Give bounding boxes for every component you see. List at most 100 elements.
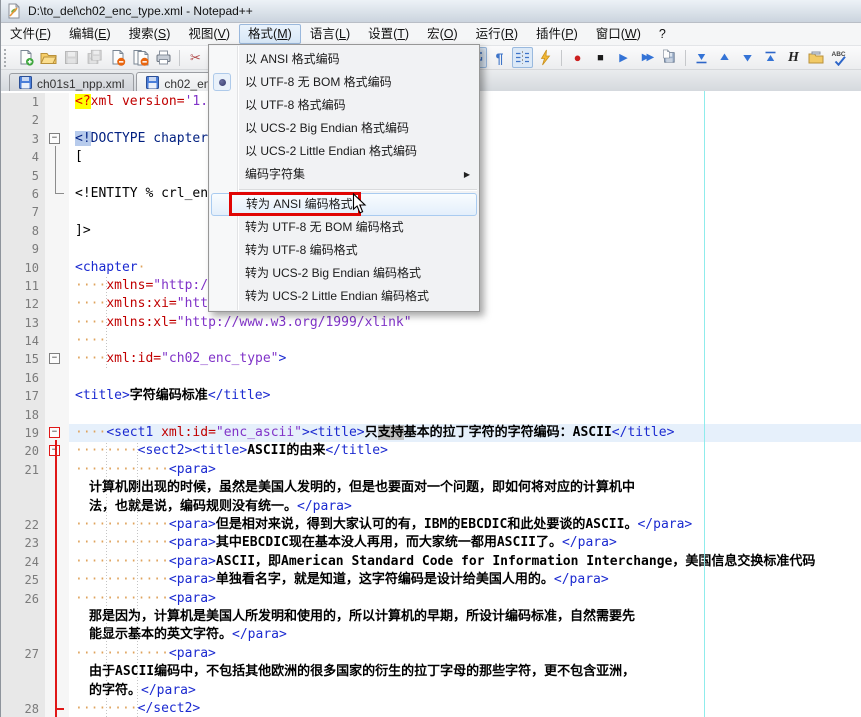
fold-margin[interactable] [45, 295, 69, 314]
code-text[interactable]: ············<para> [69, 645, 861, 663]
save-icon[interactable] [61, 47, 82, 68]
code-text[interactable]: 能显示基本的英文字符。</para> [69, 626, 861, 644]
close-file-icon[interactable] [107, 47, 128, 68]
fold-margin[interactable] [45, 368, 69, 388]
fold-margin[interactable] [45, 184, 69, 204]
code-text[interactable]: ············<para> [69, 461, 861, 479]
close-all-icon[interactable] [130, 47, 151, 68]
fold-margin[interactable] [45, 313, 69, 333]
save-all-icon[interactable] [84, 47, 105, 68]
fold-margin[interactable] [45, 552, 69, 572]
code-text[interactable] [69, 406, 861, 424]
code-text[interactable]: ············<para> [69, 590, 861, 608]
fold-marker-icon[interactable]: − [49, 132, 60, 144]
fold-all-icon[interactable] [691, 47, 712, 68]
stop-macro-icon[interactable]: ■ [590, 47, 611, 68]
menu-item-encode-utf8-no-bom[interactable]: 以 UTF-8 无 BOM 格式编码 [209, 71, 479, 94]
play-macro-icon[interactable]: ▶ [613, 47, 634, 68]
fold-margin[interactable] [45, 460, 69, 480]
fold-margin[interactable] [45, 589, 69, 608]
doc-switcher-icon[interactable] [806, 47, 827, 68]
fold-margin[interactable] [45, 515, 69, 535]
code-text[interactable]: 那是因为，计算机是美国人所发明和使用的，所以计算机的早期，所设计编码标准，自然需… [69, 608, 861, 626]
fold-margin[interactable] [45, 699, 69, 717]
unfold-all-icon[interactable] [760, 47, 781, 68]
fold-marker-icon[interactable]: − [49, 427, 60, 439]
menu-item-format[interactable]: 格式(M) [239, 24, 301, 44]
menu-item-encode-ucs2-le[interactable]: 以 UCS-2 Little Endian 格式编码 [209, 140, 479, 163]
code-text[interactable]: 计算机刚出现的时候，虽然是美国人发明的，但是也要面对一个问题，即如何将对应的计算… [69, 479, 861, 497]
code-text[interactable]: ···· [69, 332, 861, 350]
code-text[interactable]: ············<para>其中EBCDIC现在基本没人再用，而大家统一… [69, 534, 861, 552]
code-text[interactable]: ····xmlns:xl="http://www.w3.org/1999/xli… [69, 314, 861, 332]
fold-margin[interactable] [45, 240, 69, 259]
menu-item-encode-ucs2-be[interactable]: 以 UCS-2 Big Endian 格式编码 [209, 117, 479, 140]
fold-margin[interactable] [45, 681, 69, 700]
menu-item-settings[interactable]: 设置(T) [359, 24, 418, 44]
menu-item-charset[interactable]: 编码字符集 ▶ [209, 163, 479, 186]
menu-item-encode-utf8[interactable]: 以 UTF-8 格式编码 [209, 94, 479, 117]
code-text[interactable]: 由于ASCII编码中，不包括其他欧洲的很多国家的衍生的拉丁字母的那些字符，更不包… [69, 663, 861, 681]
menu-item-convert-ucs2-le[interactable]: 转为 UCS-2 Little Endian 编码格式 [209, 285, 479, 308]
fold-margin[interactable] [45, 571, 69, 590]
menu-item-macro[interactable]: 宏(O) [418, 24, 467, 44]
fold-margin[interactable] [45, 644, 69, 664]
new-file-icon[interactable] [15, 47, 36, 68]
fold-margin[interactable] [45, 497, 69, 516]
code-text[interactable]: ····<sect1 xml:id="enc_ascii"><title>只支持… [69, 424, 861, 443]
record-macro-icon[interactable]: ● [567, 47, 588, 68]
code-text[interactable]: ········<sect2><title>ASCII的由来</title> [69, 442, 861, 460]
code-text[interactable]: ········</sect2> [69, 700, 861, 717]
uncollapse-level-icon[interactable] [737, 47, 758, 68]
fold-margin[interactable]: − [45, 442, 69, 461]
show-all-characters-icon[interactable]: ¶ [489, 47, 510, 68]
fold-margin[interactable] [45, 258, 69, 277]
cut-icon[interactable]: ✂ [185, 47, 206, 68]
fold-margin[interactable] [45, 203, 69, 222]
menu-item-plugins[interactable]: 插件(P) [527, 24, 587, 44]
menu-item-run[interactable]: 运行(R) [467, 24, 527, 44]
code-text[interactable]: ····xml:id="ch02_enc_type"> [69, 350, 861, 368]
menu-item-help[interactable]: ? [650, 24, 675, 44]
menu-item-language[interactable]: 语言(L) [301, 24, 359, 44]
fold-margin[interactable] [45, 663, 69, 682]
fold-margin[interactable] [45, 221, 69, 241]
menu-item-edit[interactable]: 编辑(E) [60, 24, 120, 44]
fold-margin[interactable] [45, 479, 69, 498]
open-file-icon[interactable] [38, 47, 59, 68]
save-macro-icon[interactable] [659, 47, 680, 68]
menu-item-window[interactable]: 窗口(W) [587, 24, 650, 44]
code-text[interactable]: ············<para>但是相对来说，得到大家认可的有，IBM的EB… [69, 516, 861, 534]
fold-margin[interactable]: − [45, 424, 69, 443]
menu-item-convert-utf8[interactable]: 转为 UTF-8 编码格式 [209, 239, 479, 262]
spell-check-icon[interactable]: ABC [829, 47, 850, 68]
fold-margin[interactable] [45, 111, 69, 130]
fold-margin[interactable] [45, 148, 69, 167]
menu-item-view[interactable]: 视图(V) [179, 24, 239, 44]
fold-margin[interactable] [45, 534, 69, 553]
function-list-icon[interactable] [535, 47, 556, 68]
indent-guide-icon[interactable] [512, 47, 533, 68]
code-text[interactable]: 的字符。</para> [69, 682, 861, 700]
fold-margin[interactable]: − [45, 350, 69, 369]
code-text[interactable]: ············<para>ASCII，即American Standa… [69, 553, 861, 571]
fold-margin[interactable] [45, 166, 69, 185]
fold-margin[interactable]: − [45, 129, 69, 149]
menu-item-convert-ansi[interactable]: 转为 ANSI 编码格式 [211, 192, 477, 216]
fold-margin[interactable] [45, 93, 69, 112]
code-text[interactable]: 法，也就是说，编码规则没有统一。</para> [69, 498, 861, 516]
run-macro-multiple-icon[interactable]: ▶▶ [636, 47, 657, 68]
fold-margin[interactable] [45, 387, 69, 406]
menu-item-search[interactable]: 搜索(S) [120, 24, 180, 44]
code-text[interactable]: ············<para>单独看名字，就是知道，这字符编码是设计给美国… [69, 571, 861, 589]
menu-item-encode-ansi[interactable]: 以 ANSI 格式编码 [209, 48, 479, 71]
print-icon[interactable] [153, 47, 174, 68]
fold-margin[interactable] [45, 405, 69, 425]
fold-margin[interactable] [45, 276, 69, 296]
fold-margin[interactable] [45, 332, 69, 351]
fold-margin[interactable] [45, 626, 69, 645]
html-preview-icon[interactable]: H [783, 47, 804, 68]
fold-marker-icon[interactable]: − [49, 353, 60, 365]
code-text[interactable] [69, 369, 861, 387]
menu-item-convert-utf8-no-bom[interactable]: 转为 UTF-8 无 BOM 编码格式 [209, 216, 479, 239]
